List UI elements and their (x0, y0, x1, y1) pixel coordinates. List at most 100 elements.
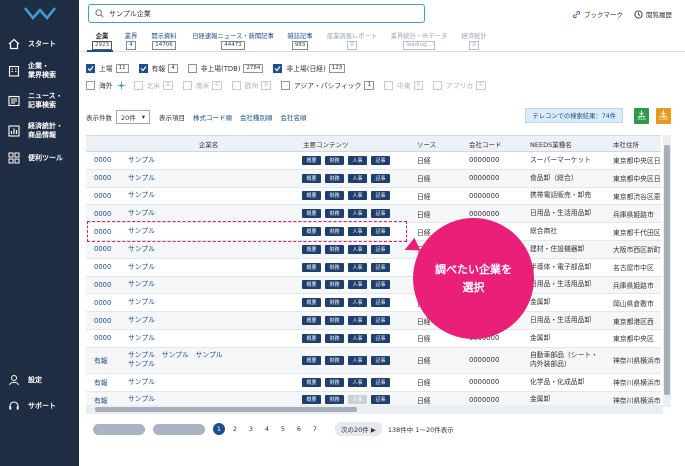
overview-button[interactable]: 概要 (302, 316, 321, 326)
checkbox-unchecked[interactable] (182, 80, 192, 90)
checkbox-unchecked[interactable] (280, 80, 290, 90)
company-name-link[interactable]: サンプル (122, 245, 295, 254)
financials-button[interactable]: 財務 (325, 377, 344, 387)
overview-button[interactable]: 概要 (302, 395, 321, 405)
stock-code-link[interactable]: 0000 (86, 245, 122, 253)
overview-button[interactable]: 概要 (302, 244, 321, 254)
personnel-button[interactable]: 人事 (348, 155, 367, 165)
stock-code-link[interactable]: 0000 (86, 156, 122, 164)
table-row[interactable]: 0000サンプル概要財務人事記事日経0000000日用品・生活用品卸兵庫県姫路市 (86, 276, 661, 295)
stock-code-link[interactable]: 有報 (86, 377, 122, 387)
checkbox-checked[interactable] (273, 63, 283, 73)
sidebar-item-statistics[interactable]: 経済統計・ 商品情報 (0, 116, 79, 146)
personnel-button[interactable]: 人事 (348, 173, 367, 183)
sort-stock-code-link[interactable]: 株式コード順 (193, 112, 232, 122)
financials-button[interactable]: 財務 (325, 209, 344, 219)
column-header-address[interactable]: 本社住所 (609, 139, 661, 149)
articles-button[interactable]: 記事 (371, 173, 390, 183)
sidebar-item-news-search[interactable]: ニュース・ 記事検索 (0, 86, 79, 116)
financials-button[interactable]: 財務 (325, 355, 344, 365)
personnel-button[interactable]: 人事 (348, 395, 367, 405)
tab-disclosure[interactable]: 開示資料 14706 (147, 31, 181, 50)
column-header-source[interactable]: ソース (410, 139, 463, 149)
filter-middle-east[interactable]: 中東 0 (383, 80, 424, 90)
sidebar-item-tools[interactable]: 便利ツール (0, 146, 79, 170)
company-name-link[interactable]: サンプル (122, 280, 295, 289)
filter-africa[interactable]: アフリカ 0 (433, 80, 486, 90)
stock-code-link[interactable]: 0000 (86, 192, 122, 200)
scrollbar-thumb[interactable] (95, 407, 357, 412)
checkbox-unchecked[interactable] (86, 80, 95, 90)
filter-unlisted-nikkei[interactable]: 非上場(日経) 123 (273, 63, 346, 73)
page-number[interactable]: 4 (261, 423, 273, 435)
articles-button[interactable]: 記事 (371, 244, 390, 254)
table-row[interactable]: 有報 サンプル サンプル サンプル サンプル 概要 財務 人事 記事 日経 0000000 自動… (86, 347, 661, 374)
financials-button[interactable]: 財務 (325, 173, 344, 183)
personnel-button[interactable]: 人事 (348, 316, 367, 326)
financials-button[interactable]: 財務 (325, 298, 344, 308)
company-name-link[interactable]: サンプル (122, 395, 295, 404)
page-number[interactable]: 5 (277, 423, 289, 435)
overview-button[interactable]: 概要 (302, 377, 321, 387)
articles-button[interactable]: 記事 (371, 395, 390, 405)
display-items-link[interactable]: 表示項目 (159, 112, 185, 122)
filter-europe[interactable]: 欧州 0 (231, 80, 271, 90)
financials-button[interactable]: 財務 (325, 262, 344, 272)
search-input[interactable]: サンプル企業 (88, 4, 425, 23)
personnel-button[interactable]: 人事 (348, 298, 367, 308)
csv-download-button[interactable]: CSV (656, 108, 671, 124)
financials-button[interactable]: 財務 (325, 316, 344, 326)
checkbox-checked[interactable] (86, 63, 95, 73)
stock-code-link[interactable]: 有報 (86, 355, 122, 365)
tab-industry-report[interactable]: 産業調査レポート 0 (322, 31, 382, 50)
overview-button[interactable]: 概要 (302, 209, 321, 219)
overview-button[interactable]: 概要 (302, 173, 321, 183)
column-header-industry[interactable]: NEEDS業種名 (526, 139, 609, 149)
table-row[interactable]: 0000サンプル概要財務人事記事日経0000000日用品・生活用品卸東京都港区西 (86, 312, 661, 330)
sidebar-item-start[interactable]: スタート (0, 32, 79, 56)
column-header-company-code[interactable]: 会社コード (463, 139, 526, 149)
company-name-link[interactable]: サンプル (122, 191, 295, 200)
company-name-link[interactable]: サンプル (122, 156, 295, 165)
tab-news[interactable]: 日経速報ニュース・新聞記事 44473 (189, 31, 277, 50)
column-header-company-name[interactable]: 企業名 (122, 139, 295, 149)
financials-button[interactable]: 財務 (325, 333, 344, 343)
checkbox-unchecked[interactable] (383, 80, 393, 90)
overview-button[interactable]: 概要 (302, 298, 321, 308)
articles-button[interactable]: 記事 (371, 298, 390, 308)
sort-company-type-link[interactable]: 会社種別順 (240, 112, 273, 122)
tab-economic-stats[interactable]: 経済統計 0 (456, 31, 492, 50)
overview-button[interactable]: 概要 (302, 280, 321, 290)
financials-button[interactable]: 財務 (325, 155, 344, 165)
financials-button[interactable]: 財務 (325, 191, 344, 201)
tab-magazine[interactable]: 雑誌記事 983 (283, 31, 317, 50)
page-number[interactable]: 2 (229, 423, 241, 435)
sidebar-item-settings[interactable]: 設定 (0, 372, 50, 388)
page-number[interactable]: 1 (213, 423, 225, 435)
company-name-link[interactable]: サンプル (122, 209, 295, 218)
personnel-button[interactable]: 人事 (348, 280, 367, 290)
checkbox-unchecked[interactable] (231, 80, 241, 90)
first-page-button[interactable] (93, 423, 145, 435)
company-name-link[interactable]: サンプル (122, 263, 295, 272)
personnel-button[interactable]: 人事 (348, 209, 367, 219)
articles-button[interactable]: 記事 (371, 155, 390, 165)
xls-download-button[interactable]: XLS (634, 108, 649, 124)
personnel-button[interactable]: 人事 (348, 377, 367, 387)
stock-code-link[interactable]: 0000 (86, 263, 122, 271)
horizontal-scrollbar[interactable] (86, 405, 663, 414)
vertical-scrollbar[interactable] (663, 135, 671, 407)
telecon-results-button[interactable]: テレコンでの検索結果：74件 (525, 108, 623, 123)
display-count-select[interactable]: 20件 ▾ (116, 110, 150, 124)
table-row[interactable]: 0000サンプル概要財務人事記事日経0000000金属卸岡山県倉敷市 (86, 294, 661, 313)
table-row[interactable]: 有報 サンプル 概要 財務 人事 記事 日経 0000000 金属卸 神奈川県横浜市 (86, 391, 661, 405)
personnel-button[interactable]: 人事 (348, 355, 367, 365)
filter-south-america[interactable]: 南米 0 (182, 80, 222, 90)
overview-button[interactable]: 概要 (302, 262, 321, 272)
overview-button[interactable]: 概要 (302, 333, 321, 343)
articles-button[interactable]: 記事 (371, 333, 390, 343)
stock-code-link[interactable]: 有報 (86, 395, 122, 405)
articles-button[interactable]: 記事 (371, 355, 390, 365)
articles-button[interactable]: 記事 (371, 191, 390, 201)
table-row[interactable]: 有報 サンプル 概要 財務 人事 記事 日経 0000000 化学品・化成品卸 神奈川県横浜市 (86, 374, 661, 392)
